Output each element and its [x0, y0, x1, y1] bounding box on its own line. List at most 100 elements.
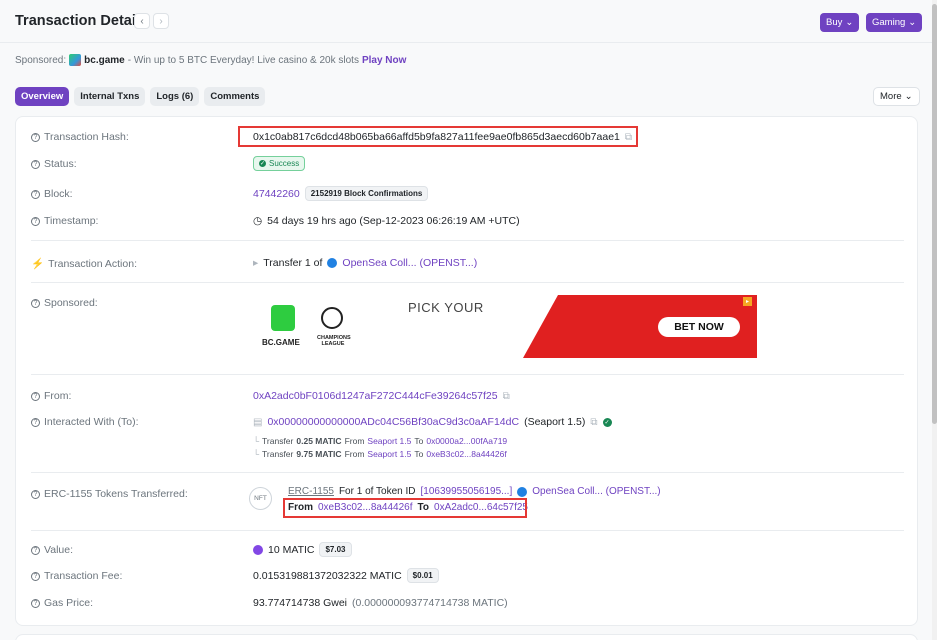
help-icon: ?	[31, 132, 40, 142]
fee-amount: 0.015319881372032322 MATIC	[253, 569, 402, 582]
erc1155-label-text: ERC-1155 Tokens Transferred:	[44, 488, 188, 500]
erc-type: ERC-1155	[288, 486, 334, 497]
tx-hash-label-text: Transaction Hash:	[44, 131, 129, 143]
help-icon: ?	[31, 545, 40, 555]
from-label: ? From:	[31, 390, 71, 402]
value-usd-badge: $7.03	[319, 542, 352, 557]
erc-text: For 1 of Token ID	[338, 486, 416, 497]
help-icon: ?	[31, 489, 40, 499]
block-value: 47442260 2152919 Block Confirmations	[253, 186, 429, 201]
chevron-down-icon: ⌄	[908, 17, 917, 28]
to-name: (Seaport 1.5)	[524, 416, 586, 428]
gaming-label: Gaming	[872, 17, 906, 28]
block-link[interactable]: 47442260	[253, 188, 300, 200]
ad-league: CHAMPIONS LEAGUE	[317, 335, 351, 347]
tx-action-label: ⚡ Transaction Action:	[31, 257, 137, 271]
opensea-icon	[327, 258, 338, 268]
help-icon: ?	[31, 391, 40, 401]
chevron-left-icon: ‹	[140, 15, 144, 27]
sponsored-ad[interactable]: BC.GAME CHAMPIONS LEAGUE PICK YOUR BET N…	[253, 295, 757, 358]
copy-icon[interactable]: ⧉	[590, 417, 597, 428]
tab-logs[interactable]: Logs (6)	[150, 87, 200, 106]
page-title: Transaction Details	[15, 13, 148, 29]
from-label-text: From:	[44, 390, 72, 402]
tx-action-value: ▸ Transfer 1 of OpenSea Coll... (OPENST...…	[253, 257, 477, 269]
ad-headline: PICK YOUR	[408, 300, 484, 315]
to-label-text: Interacted With (To):	[44, 416, 139, 428]
highlight-box-erc-transfer	[283, 498, 527, 518]
internal-transfer-row: └ Transfer 9.75 MATIC From Seaport 1.5 T…	[253, 449, 507, 459]
collection-link[interactable]: OpenSea Coll... (OPENST...)	[532, 486, 660, 497]
ad-choices-icon[interactable]: ▸	[743, 297, 752, 306]
scrollbar-thumb[interactable]	[932, 4, 937, 424]
contract-file-icon: ▤	[253, 416, 263, 428]
play-now-link[interactable]: Play Now	[362, 55, 406, 66]
more-button[interactable]: More ⌄	[873, 87, 920, 106]
help-icon: ?	[31, 159, 40, 169]
status-text: Success	[269, 159, 300, 168]
sponsored-banner: Sponsored: bc.game - Win up to 5 BTC Eve…	[15, 54, 406, 66]
transfer-from-link[interactable]: Seaport 1.5	[367, 449, 411, 459]
help-icon: ?	[31, 571, 40, 581]
from-word: From	[344, 436, 365, 446]
erc1155-line1: ERC-1155 For 1 of Token ID [106399550561…	[288, 486, 661, 497]
opensea-icon	[517, 486, 528, 497]
timestamp-text: 54 days 19 hrs ago (Sep-12-2023 06:26:19…	[267, 215, 520, 227]
block-label: ? Block:	[31, 188, 73, 200]
fee-label: ? Transaction Fee:	[31, 570, 122, 582]
details-card: ? Transaction Hash: 0x1c0ab817c6dcd48b065…	[15, 116, 918, 626]
tab-internal-txns[interactable]: Internal Txns	[74, 87, 146, 106]
gas-amount: 93.774714738 Gwei	[253, 597, 347, 609]
chevron-down-icon: ⌄	[845, 17, 854, 28]
from-word: From	[344, 449, 365, 459]
tab-comments[interactable]: Comments	[204, 87, 266, 106]
verified-check-icon: ✓	[602, 417, 612, 427]
branch-icon: └	[253, 436, 260, 446]
matic-icon	[253, 544, 263, 555]
transfer-to-link[interactable]: 0xeB3c02...8a44426f	[426, 449, 506, 459]
more-details-card	[15, 634, 918, 640]
timestamp-label: ? Timestamp:	[31, 215, 98, 227]
sponsored-brand[interactable]: bc.game	[84, 55, 125, 66]
confirmations-badge: 2152919 Block Confirmations	[304, 186, 429, 201]
divider	[31, 240, 904, 241]
football-icon	[321, 307, 343, 329]
caret-right-icon: ▸	[253, 257, 259, 269]
copy-icon[interactable]: ⧉	[503, 391, 510, 402]
status-badge: ✓ Success	[253, 156, 306, 171]
tab-overview[interactable]: Overview	[15, 87, 70, 106]
timestamp-label-text: Timestamp:	[44, 215, 99, 227]
header-divider	[0, 42, 937, 43]
gaming-button[interactable]: Gaming ⌄	[866, 13, 923, 32]
tab-bar: Overview Internal Txns Logs (6) Comments	[15, 87, 266, 106]
next-tx-button[interactable]: ›	[153, 13, 169, 29]
value-label-text: Value:	[44, 544, 73, 556]
value-label: ? Value:	[31, 544, 73, 556]
bcgame-logo-icon	[69, 54, 82, 66]
sponsored-label: ? Sponsored:	[31, 297, 98, 309]
clock-icon: ◷	[253, 215, 263, 227]
value-amount: 10 MATIC	[268, 543, 315, 556]
block-label-text: Block:	[44, 188, 73, 200]
nft-icon: NFT	[249, 487, 272, 510]
token-id-link[interactable]: [10639955056195...]	[420, 486, 512, 497]
buy-button[interactable]: Buy ⌄	[820, 13, 860, 32]
bet-now-button[interactable]: BET NOW	[658, 317, 740, 337]
to-address-link[interactable]: 0x00000000000000ADc04C56Bf30aC9d3c0aAF14…	[267, 416, 519, 428]
gas-label: ? Gas Price:	[31, 597, 93, 609]
to-word: To	[414, 449, 424, 459]
from-value: 0xA2adc0bF0106d1247aF272C444cFe39264c57f…	[253, 390, 510, 402]
transfer-amount: 9.75 MATIC	[296, 449, 342, 459]
from-address-link[interactable]: 0xA2adc0bF0106d1247aF272C444cFe39264c57f…	[253, 390, 498, 402]
status-label-text: Status:	[44, 158, 77, 170]
prev-tx-button[interactable]: ‹	[134, 13, 150, 29]
divider	[31, 374, 904, 375]
tx-hash-label: ? Transaction Hash:	[31, 131, 129, 143]
sponsored-prefix: Sponsored:	[15, 54, 67, 66]
transfer-amount: 0.25 MATIC	[296, 436, 342, 446]
transfer-to-link[interactable]: 0x0000a2...00fAa719	[426, 436, 507, 446]
action-token-link[interactable]: OpenSea Coll... (OPENST...)	[342, 257, 477, 269]
transfer-from-link[interactable]: Seaport 1.5	[367, 436, 411, 446]
sponsored-text: - Win up to 5 BTC Everyday! Live casino …	[127, 54, 359, 66]
nft-icon-text: NFT	[254, 495, 267, 502]
